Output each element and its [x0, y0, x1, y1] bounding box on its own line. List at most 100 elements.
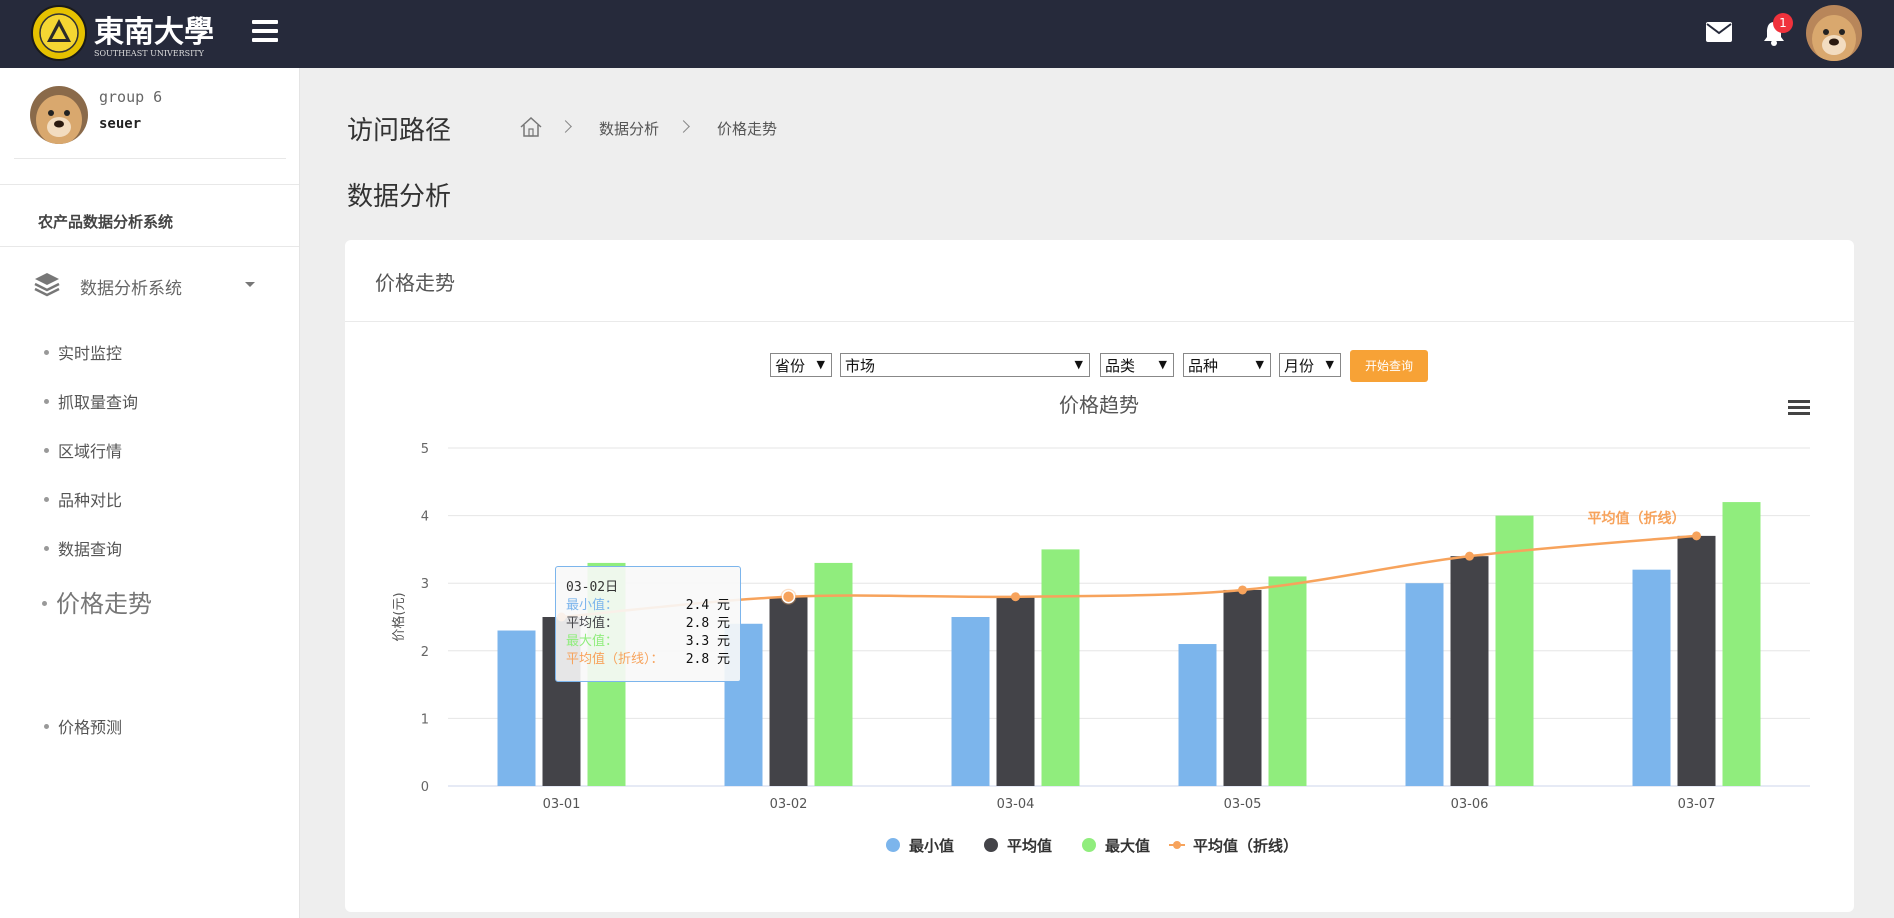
bar-avg: [1450, 556, 1489, 786]
sidebar-item-label: 实时监控: [58, 344, 123, 363]
breadcrumb-link-data-analysis[interactable]: 数据分析: [599, 118, 659, 139]
svg-text:東南大學: 東南大學: [94, 15, 214, 50]
sidebar-item-regional-market[interactable]: 区域行情: [44, 438, 122, 462]
dropdown-arrow-icon: ▼: [1255, 358, 1264, 371]
chart-menu-icon[interactable]: [1788, 400, 1810, 418]
x-tick-label: 03-05: [1224, 797, 1262, 812]
sidebar-item-price-forecast[interactable]: 价格预测: [44, 714, 122, 738]
y-tick-label: 3: [421, 577, 429, 592]
breadcrumb-link-price-trend[interactable]: 价格走势: [717, 118, 777, 139]
x-tick-label: 03-07: [1678, 797, 1716, 812]
bullet-icon: [44, 546, 49, 551]
tooltip-label: 最大值：: [566, 634, 619, 649]
line-point: [1692, 531, 1701, 541]
sidebar-item-crawl-query[interactable]: 抓取量查询: [44, 389, 138, 413]
chart-title: 价格趋势: [1059, 393, 1139, 417]
sidebar-item-label: 数据查询: [58, 540, 123, 559]
tooltip-label: 平均值：: [566, 616, 619, 631]
bullet-icon: [44, 448, 49, 453]
y-tick-label: 1: [421, 712, 429, 727]
sidebar-item-data-query[interactable]: 数据查询: [44, 536, 122, 560]
sidebar-item-label: 抓取量查询: [58, 393, 139, 412]
start-query-button[interactable]: 开始查询: [1350, 350, 1428, 382]
bar-max: [1268, 576, 1307, 786]
tooltip-label: 平均值（折线）：: [566, 652, 664, 667]
divider: [0, 246, 299, 247]
breadcrumb-title: 访问路径: [347, 116, 452, 146]
market-select-value: 市场: [845, 357, 876, 375]
bar-min: [497, 630, 536, 786]
bar-min: [1405, 583, 1444, 786]
card-header: 价格走势: [345, 240, 1854, 322]
bar-max: [1041, 549, 1080, 786]
sidebar-item-variety-compare[interactable]: 品种对比: [44, 487, 122, 511]
tooltip-row-line: 平均值（折线）： 2.8 元: [566, 648, 730, 667]
legend-symbol: [984, 838, 998, 852]
y-tick-label: 2: [421, 645, 429, 660]
line-point: [1011, 592, 1020, 602]
market-select[interactable]: 市场 ▼: [840, 353, 1090, 377]
dropdown-arrow-icon: ▼: [1158, 358, 1167, 371]
bar-min: [1632, 569, 1671, 786]
category-select[interactable]: 品类 ▼: [1100, 353, 1174, 377]
y-tick-label: 4: [421, 510, 429, 525]
line-series-label: 平均值（折线）: [1588, 510, 1686, 527]
variety-select[interactable]: 品种 ▼: [1183, 353, 1271, 377]
divider: [14, 158, 286, 159]
sidebar-item-label: 价格预测: [58, 718, 123, 737]
legend-symbol: [1173, 841, 1181, 849]
caret-down-icon: [245, 282, 255, 287]
x-tick-label: 03-04: [997, 797, 1035, 812]
dropdown-arrow-icon: ▼: [1325, 358, 1334, 371]
variety-select-value: 品种: [1188, 357, 1219, 375]
bullet-icon: [44, 399, 49, 404]
notification-badge: 1: [1773, 13, 1793, 33]
user-avatar-menu[interactable]: [1806, 5, 1862, 61]
province-select[interactable]: 省份 ▼: [770, 353, 832, 377]
university-logo[interactable]: 東南大學 SOUTHEAST UNIVERSITY: [30, 4, 220, 62]
user-avatar[interactable]: [30, 86, 88, 144]
tooltip-value: 2.4 元: [685, 598, 730, 613]
line-point-hover: [781, 589, 796, 604]
user-name: seuer: [99, 116, 142, 132]
tooltip-row-min: 最小值： 2.4 元: [566, 594, 730, 613]
tooltip-header: 03-02日: [566, 576, 730, 595]
sidebar-item-price-trend[interactable]: 价格走势: [42, 584, 152, 619]
sidebar-item-label: 区域行情: [58, 442, 123, 461]
dropdown-arrow-icon: ▼: [816, 358, 825, 371]
bar-avg: [1223, 589, 1262, 786]
legend-label: 平均值（折线）: [1193, 837, 1298, 855]
menu-toggle-icon[interactable]: [252, 20, 278, 44]
line-point: [1465, 551, 1474, 561]
page-title: 数据分析: [347, 182, 452, 212]
sidebar-item-realtime-monitor[interactable]: 实时监控: [44, 340, 122, 364]
y-tick-label: 5: [421, 442, 429, 457]
y-tick-label: 0: [421, 780, 429, 795]
bar-max: [1722, 502, 1761, 786]
layers-icon: [34, 271, 60, 301]
tooltip-value: 2.8 元: [685, 652, 730, 667]
x-tick-label: 03-06: [1451, 797, 1489, 812]
legend-label: 最大值: [1105, 837, 1150, 855]
x-tick-label: 03-02: [770, 797, 808, 812]
dropdown-arrow-icon: ▼: [1074, 358, 1083, 371]
sidebar: group 6 seuer 农产品数据分析系统 数据分析系统 实时监控 抓取量查…: [0, 68, 300, 918]
chevron-right-icon: [677, 120, 690, 133]
bullet-icon: [44, 497, 49, 502]
home-icon[interactable]: [520, 116, 542, 141]
envelope-icon[interactable]: [1706, 22, 1732, 46]
sidebar-item-label: 价格走势: [56, 590, 152, 618]
legend-symbol: [886, 838, 900, 852]
tooltip-value: 3.3 元: [685, 634, 730, 649]
month-select[interactable]: 月份 ▼: [1279, 353, 1341, 377]
x-tick-label: 03-01: [543, 797, 581, 812]
menu-group-data-analysis[interactable]: 数据分析系统: [0, 260, 299, 310]
legend-label: 平均值: [1007, 837, 1052, 855]
tooltip-label: 最小值：: [566, 598, 619, 613]
sidebar-item-label: 品种对比: [58, 491, 123, 510]
tooltip-row-max: 最大值： 3.3 元: [566, 630, 730, 649]
line-point: [1238, 585, 1247, 595]
bar-avg: [769, 596, 808, 786]
tooltip-category: 03-02日: [566, 580, 619, 595]
bar-min: [1178, 644, 1217, 786]
